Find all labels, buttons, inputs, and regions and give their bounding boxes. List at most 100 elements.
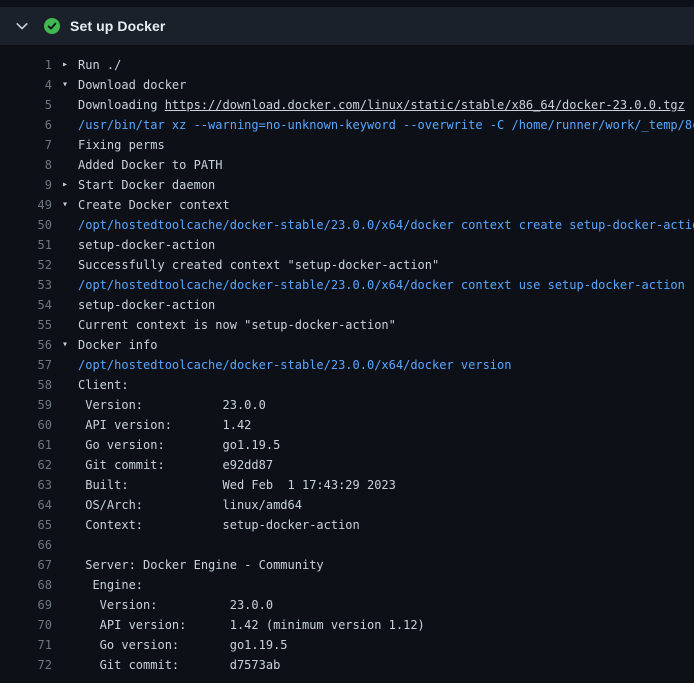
- line-number[interactable]: 70: [0, 615, 52, 635]
- line-number[interactable]: 8: [0, 155, 52, 175]
- line-number[interactable]: 5: [0, 95, 52, 115]
- log-line[interactable]: 1▸Run ./: [0, 55, 694, 75]
- step-header[interactable]: Set up Docker: [0, 7, 694, 45]
- log-text: Run ./: [78, 55, 694, 75]
- log-text: Added Docker to PATH: [78, 155, 694, 175]
- line-number[interactable]: 55: [0, 315, 52, 335]
- log-line: 55 Current context is now "setup-docker-a…: [0, 315, 694, 335]
- log-text-segment: Downloading: [78, 98, 165, 112]
- line-number[interactable]: 66: [0, 535, 52, 555]
- log-text: Successfully created context "setup-dock…: [78, 255, 694, 275]
- arrow-slot: [52, 275, 78, 295]
- log-line[interactable]: 9▸Start Docker daemon: [0, 175, 694, 195]
- log-text: /opt/hostedtoolcache/docker-stable/23.0.…: [78, 215, 694, 235]
- log-text: Current context is now "setup-docker-act…: [78, 315, 694, 335]
- group-expanded-icon[interactable]: ▾: [52, 75, 78, 95]
- line-number[interactable]: 71: [0, 635, 52, 655]
- log-text: Fixing perms: [78, 135, 694, 155]
- arrow-slot: [52, 415, 78, 435]
- line-number[interactable]: 49: [0, 195, 52, 215]
- log-text-segment: Download docker: [78, 78, 186, 92]
- line-number[interactable]: 65: [0, 515, 52, 535]
- log-line: 67 Server: Docker Engine - Community: [0, 555, 694, 575]
- arrow-slot: [52, 315, 78, 335]
- log-text-segment: Built: Wed Feb 1 17:43:29 2023: [78, 478, 396, 492]
- group-expanded-icon[interactable]: ▾: [52, 195, 78, 215]
- log-line[interactable]: 49▾Create Docker context: [0, 195, 694, 215]
- log-text: Engine:: [78, 575, 694, 595]
- group-collapsed-icon[interactable]: ▸: [52, 55, 78, 75]
- arrow-slot: [52, 615, 78, 635]
- log-link[interactable]: https://download.docker.com/linux/static…: [165, 98, 685, 112]
- line-number[interactable]: 60: [0, 415, 52, 435]
- line-number[interactable]: 67: [0, 555, 52, 575]
- group-expanded-icon[interactable]: ▾: [52, 335, 78, 355]
- arrow-slot: [52, 535, 78, 555]
- log-line: 66: [0, 535, 694, 555]
- log-text: /usr/bin/tar xz --warning=no-unknown-key…: [78, 115, 694, 135]
- log-text: API version: 1.42 (minimum version 1.12): [78, 615, 694, 635]
- log-line: 71 Go version: go1.19.5: [0, 635, 694, 655]
- line-number[interactable]: 53: [0, 275, 52, 295]
- line-number[interactable]: 59: [0, 395, 52, 415]
- line-number[interactable]: 4: [0, 75, 52, 95]
- log-text-segment: Go version: go1.19.5: [78, 438, 280, 452]
- line-number[interactable]: 72: [0, 655, 52, 675]
- arrow-slot: [52, 455, 78, 475]
- line-number[interactable]: 51: [0, 235, 52, 255]
- line-number[interactable]: 58: [0, 375, 52, 395]
- log-line: 51 setup-docker-action: [0, 235, 694, 255]
- log-text: Server: Docker Engine - Community: [78, 555, 694, 575]
- log-text: Download docker: [78, 75, 694, 95]
- group-collapsed-icon[interactable]: ▸: [52, 175, 78, 195]
- line-number[interactable]: 68: [0, 575, 52, 595]
- arrow-slot: [52, 395, 78, 415]
- log-text-segment: /opt/hostedtoolcache/docker-stable/23.0.…: [78, 358, 511, 372]
- chevron-down-icon[interactable]: [14, 18, 30, 34]
- log-text: Downloading https://download.docker.com/…: [78, 95, 694, 115]
- log-text-segment: Start Docker daemon: [78, 178, 215, 192]
- log-text-segment: /opt/hostedtoolcache/docker-stable/23.0.…: [78, 218, 694, 232]
- line-number[interactable]: 52: [0, 255, 52, 275]
- log-text-segment: /opt/hostedtoolcache/docker-stable/23.0.…: [78, 278, 685, 292]
- log-line: 50/opt/hostedtoolcache/docker-stable/23.…: [0, 215, 694, 235]
- line-number[interactable]: 57: [0, 355, 52, 375]
- log-line: 5 Downloading https://download.docker.com…: [0, 95, 694, 115]
- log-text: setup-docker-action: [78, 235, 694, 255]
- log-text: setup-docker-action: [78, 295, 694, 315]
- log-line[interactable]: 56▾Docker info: [0, 335, 694, 355]
- log-text: Git commit: e92dd87: [78, 455, 694, 475]
- arrow-slot: [52, 555, 78, 575]
- arrow-slot: [52, 475, 78, 495]
- log-text-segment: Run ./: [78, 58, 121, 72]
- log-text: Go version: go1.19.5: [78, 435, 694, 455]
- log-text-segment: Server: Docker Engine - Community: [78, 558, 324, 572]
- log-text-segment: Git commit: d7573ab: [78, 658, 280, 672]
- log-text-segment: API version: 1.42: [78, 418, 251, 432]
- line-number[interactable]: 6: [0, 115, 52, 135]
- line-number[interactable]: 63: [0, 475, 52, 495]
- line-number[interactable]: 56: [0, 335, 52, 355]
- log-text-segment: Docker info: [78, 338, 157, 352]
- line-number[interactable]: 50: [0, 215, 52, 235]
- line-number[interactable]: 69: [0, 595, 52, 615]
- log-text-segment: setup-docker-action: [78, 298, 215, 312]
- log-line[interactable]: 4▾Download docker: [0, 75, 694, 95]
- log-text-segment: OS/Arch: linux/amd64: [78, 498, 302, 512]
- line-number[interactable]: 7: [0, 135, 52, 155]
- line-number[interactable]: 61: [0, 435, 52, 455]
- log-text-segment: Engine:: [78, 578, 143, 592]
- log-text-segment: Added Docker to PATH: [78, 158, 223, 172]
- line-number[interactable]: 9: [0, 175, 52, 195]
- arrow-slot: [52, 95, 78, 115]
- line-number[interactable]: 64: [0, 495, 52, 515]
- success-check-icon: [44, 18, 60, 34]
- line-number[interactable]: 54: [0, 295, 52, 315]
- arrow-slot: [52, 515, 78, 535]
- arrow-slot: [52, 435, 78, 455]
- line-number[interactable]: 62: [0, 455, 52, 475]
- line-number[interactable]: 1: [0, 55, 52, 75]
- step-title: Set up Docker: [70, 18, 165, 34]
- log-text: Client:: [78, 375, 694, 395]
- log-text-segment: API version: 1.42 (minimum version 1.12): [78, 618, 425, 632]
